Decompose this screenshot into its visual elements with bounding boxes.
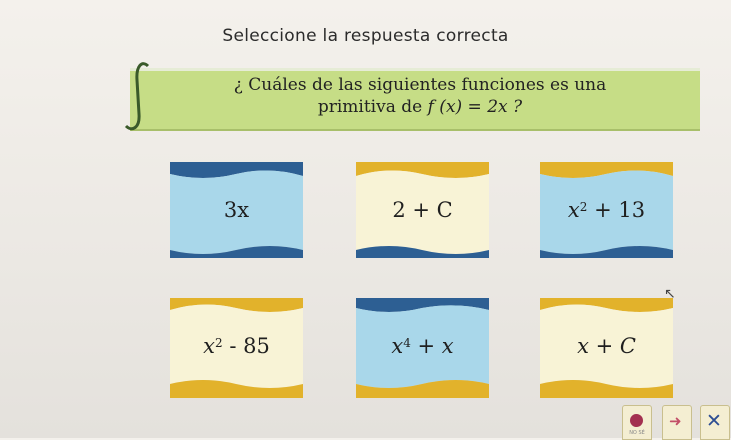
option-3-exponent: 2: [579, 200, 588, 214]
option-1-text: 3x: [170, 162, 303, 258]
question-line-2: primitiva de f (x) = 2x ?: [150, 96, 690, 118]
sad-face-icon: [630, 414, 643, 427]
mouse-cursor-icon: ↖: [664, 286, 676, 302]
close-icon: ✕: [706, 410, 722, 432]
option-3-base: x: [567, 198, 580, 222]
option-4-rest: - 85: [222, 334, 270, 358]
question-line-2-prefix: primitiva de: [317, 97, 428, 117]
option-5-text: x4 + x: [356, 298, 489, 394]
option-card-6[interactable]: x + C: [540, 298, 673, 398]
question-text: ¿ Cuáles de las siguientes funciones es …: [150, 74, 690, 118]
option-2-text: 2 + C: [356, 162, 489, 258]
next-button[interactable]: ➜: [662, 405, 692, 440]
option-3-text: x2 + 13: [540, 162, 673, 258]
option-card-1[interactable]: 3x: [170, 162, 303, 258]
option-card-2[interactable]: 2 + C: [356, 162, 489, 258]
option-5-exponent: 4: [403, 336, 411, 350]
option-4-text: x2 - 85: [170, 298, 303, 394]
option-card-4[interactable]: x2 - 85: [170, 298, 303, 398]
option-card-3[interactable]: x2 + 13: [540, 162, 673, 258]
question-line-1: ¿ Cuáles de las siguientes funciones es …: [233, 75, 607, 95]
page-title: Seleccione la respuesta correcta: [222, 26, 509, 46]
option-1-value: 3x: [223, 198, 250, 222]
dont-know-button[interactable]: NO SÉ: [622, 405, 652, 440]
dont-know-label: NO SÉ: [629, 430, 645, 436]
top-strip: [0, 0, 731, 12]
option-6-text: x + C: [540, 298, 673, 394]
option-3-rest: + 13: [587, 198, 646, 222]
option-5-rest: + x: [410, 334, 454, 358]
option-4-exponent: 2: [215, 336, 223, 350]
close-button[interactable]: ✕: [700, 405, 730, 440]
option-6-value: x + C: [577, 334, 636, 358]
arrow-right-icon: ➜: [669, 412, 682, 430]
option-5-base: x: [391, 334, 404, 358]
question-function: f (x) = 2x ?: [427, 97, 523, 117]
option-4-base: x: [203, 334, 216, 358]
option-card-5[interactable]: x4 + x: [356, 298, 489, 398]
option-2-value: 2 + C: [392, 198, 453, 222]
